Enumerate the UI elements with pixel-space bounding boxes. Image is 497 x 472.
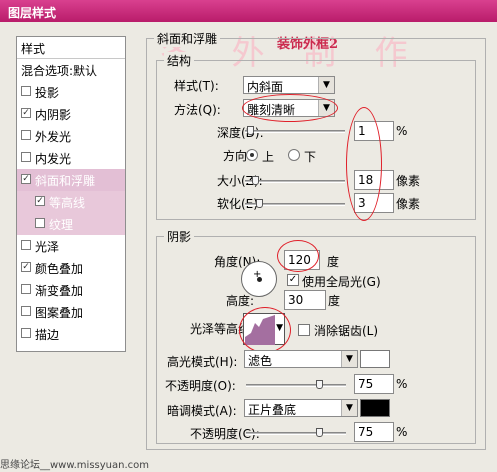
size-slider-thumb[interactable] [252,176,259,185]
checkbox[interactable]: ✓ [21,262,31,272]
checkbox[interactable] [21,284,31,294]
depth-unit: % [396,124,408,138]
global-light-label: 使用全局光(G) [302,275,381,289]
direction-down-label: 下 [304,150,317,164]
checkbox[interactable] [21,240,31,250]
sidebar-item-texture[interactable]: 纹理 [17,213,125,235]
style-select[interactable]: 内斜面 ▼ [243,76,335,94]
shading-title: 阴影 [164,228,195,245]
shadow-opacity-unit: % [396,425,408,439]
highlight-mode-select[interactable]: 滤色 ▼ [244,350,358,368]
light-direction-marker-icon: + [253,269,262,280]
shadow-opacity-input[interactable]: 75 [354,422,394,442]
altitude-input[interactable]: 30 [284,290,326,310]
direction-up-radio[interactable] [246,149,258,161]
styles-list: 样式 混合选项:默认 投影 ✓ 内阴影 外发光 内发光 ✓ 斜面和浮雕 ✓ 等高… [16,36,126,352]
global-light-checkbox[interactable]: ✓ [287,274,299,286]
structure-title: 结构 [164,52,195,69]
altitude-label: 高度: [226,294,255,308]
highlight-opacity-unit: % [396,377,408,391]
shadow-opacity-slider[interactable] [246,428,346,437]
shadow-mode-value: 正片叠底 [248,403,297,417]
shadow-opacity-thumb[interactable] [316,428,323,437]
chevron-down-icon: ▼ [341,351,357,367]
anti-alias-checkbox[interactable] [298,324,310,336]
direction-down-radio[interactable] [288,149,300,161]
styles-list-header[interactable]: 样式 [17,37,125,59]
sidebar-item-label: 光泽 [35,240,60,254]
sidebar-item-stroke[interactable]: 描边 [17,323,125,345]
annotation-oval-contour [239,307,291,353]
checkbox[interactable]: ✓ [21,174,31,184]
sidebar-item-contour[interactable]: ✓ 等高线 [17,191,125,213]
highlight-color-swatch[interactable] [360,350,390,368]
annotation-oval-technique [242,94,338,122]
sidebar-item-satin[interactable]: 光泽 [17,235,125,257]
checkbox[interactable] [21,306,31,316]
sidebar-item-outer-glow[interactable]: 外发光 [17,125,125,147]
checkbox[interactable] [21,328,31,338]
window-title-bar[interactable]: 图层样式 [0,0,497,22]
sidebar-item-inner-shadow[interactable]: ✓ 内阴影 [17,103,125,125]
style-select-value: 内斜面 [247,80,284,94]
sidebar-item-drop-shadow[interactable]: 投影 [17,81,125,103]
soften-slider[interactable] [245,199,345,208]
bevel-emboss-title: 斜面和浮雕 [154,30,221,47]
sidebar-item-label: 渐变叠加 [35,284,84,298]
sidebar-item-color-overlay[interactable]: ✓ 颜色叠加 [17,257,125,279]
highlight-opacity-slider[interactable] [246,380,346,389]
soften-unit: 像素 [396,197,421,211]
altitude-unit: 度 [328,294,341,308]
sidebar-item-gradient-overlay[interactable]: 渐变叠加 [17,279,125,301]
checkbox[interactable] [21,152,31,162]
technique-label: 方法(Q): [174,103,221,117]
chevron-down-icon: ▼ [341,400,357,416]
angle-unit: 度 [327,255,340,269]
shadow-color-swatch[interactable] [360,399,390,417]
size-unit: 像素 [396,174,421,188]
anti-alias-label: 消除锯齿(L) [314,324,379,338]
sidebar-item-bevel-emboss[interactable]: ✓ 斜面和浮雕 [17,169,125,191]
sidebar-item-label: 混合选项:默认 [21,64,98,78]
sidebar-item-label: 颜色叠加 [35,262,84,276]
style-label: 样式(T): [174,79,219,93]
sidebar-item-label: 内发光 [35,152,72,166]
checkbox[interactable]: ✓ [35,196,45,206]
shadow-mode-select[interactable]: 正片叠底 ▼ [244,399,358,417]
checkbox[interactable] [21,130,31,140]
footer-credit: 思缘论坛__www.missyuan.com [0,460,149,471]
checkbox[interactable] [21,86,31,96]
sidebar-item-pattern-overlay[interactable]: 图案叠加 [17,301,125,323]
sidebar-item-label: 图案叠加 [35,306,84,320]
sidebar-item-label: 投影 [35,86,60,100]
highlight-mode-value: 滤色 [248,354,273,368]
sidebar-item-label: 外发光 [35,130,72,144]
annotation-oval-values [346,107,382,221]
sidebar-item-blending-options[interactable]: 混合选项:默认 [17,59,125,81]
checkbox[interactable] [35,218,45,228]
sidebar-item-label: 内阴影 [35,108,72,122]
sidebar-item-label: 纹理 [49,218,74,232]
sidebar-item-label: 斜面和浮雕 [35,174,96,188]
highlight-opacity-label: 不透明度(O): [165,379,236,393]
sidebar-item-label: 描边 [35,328,60,342]
checkbox[interactable]: ✓ [21,108,31,118]
highlight-opacity-thumb[interactable] [316,380,323,389]
depth-slider-thumb[interactable] [247,126,254,135]
sidebar-item-inner-glow[interactable]: 内发光 [17,147,125,169]
depth-slider[interactable] [245,126,345,135]
chevron-down-icon: ▼ [318,77,334,93]
window-title: 图层样式 [8,6,57,20]
soften-slider-thumb[interactable] [256,199,263,208]
shadow-mode-label: 暗调模式(A): [167,404,237,418]
highlight-opacity-input[interactable]: 75 [354,374,394,394]
annotation-oval-angle [277,240,319,272]
direction-up-label: 上 [262,150,275,164]
size-slider[interactable] [245,176,345,185]
highlight-mode-label: 高光模式(H): [167,355,238,369]
sidebar-item-label: 等高线 [49,196,86,210]
